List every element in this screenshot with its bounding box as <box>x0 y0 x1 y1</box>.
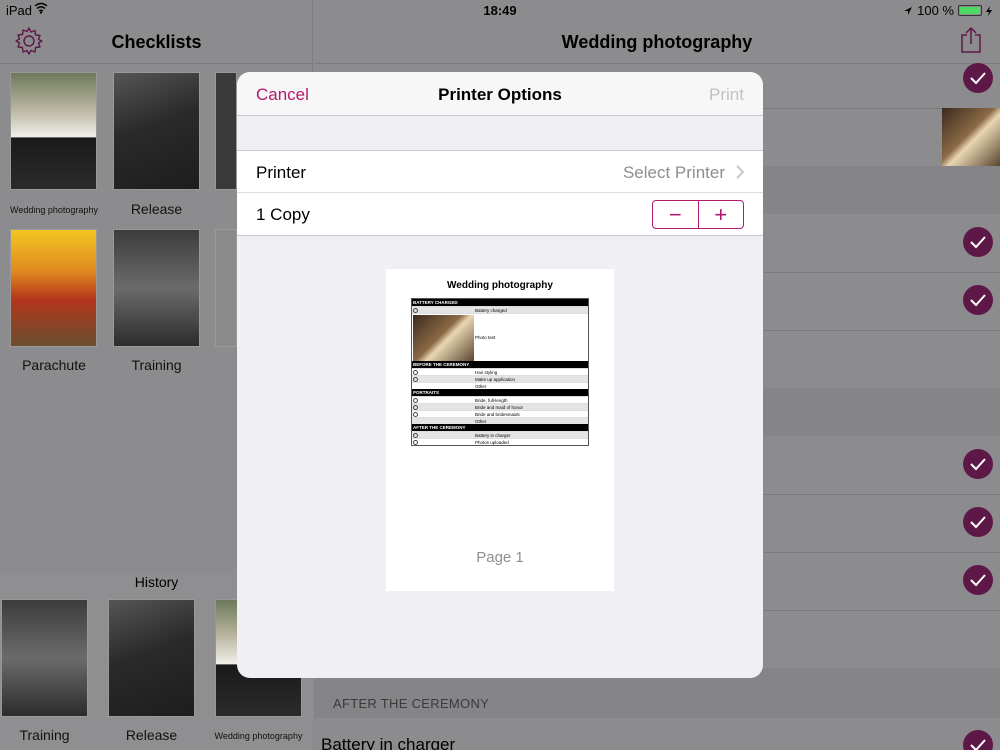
preview-table: BATTERY CHARGED Battery charged Photo te… <box>411 298 589 446</box>
plus-button[interactable]: + <box>699 201 744 228</box>
preview-row: Bride and bridesmaids <box>412 410 588 417</box>
copies-label: 1 Copy <box>256 205 310 224</box>
status-bar: iPad 18:49 100 % <box>0 0 1000 20</box>
preview-row: Photos uploaded <box>412 438 588 445</box>
copies-stepper[interactable]: − + <box>652 200 744 229</box>
location-icon <box>904 6 913 15</box>
section-label-after-ceremony: AFTER THE CEREMONY <box>333 696 490 711</box>
preview-row: Other <box>412 417 588 424</box>
history-thumb-release[interactable] <box>108 599 195 717</box>
preview-row: Battery charged <box>412 306 588 313</box>
page-preview[interactable]: Wedding photography BATTERY CHARGED Batt… <box>386 269 614 591</box>
sheet-header: Cancel Printer Options Print <box>237 72 763 116</box>
preview-section: BATTERY CHARGED <box>412 299 588 306</box>
minus-button[interactable]: − <box>653 201 698 228</box>
preview-photo-row: Photo test <box>412 313 588 361</box>
share-icon[interactable] <box>958 26 984 54</box>
check-icon[interactable] <box>963 449 993 479</box>
check-icon[interactable] <box>963 285 993 315</box>
checklist-thumb-release[interactable] <box>113 72 200 190</box>
print-button[interactable]: Print <box>709 85 744 105</box>
preview-row: Battery in charger <box>412 431 588 438</box>
preview-row: Other <box>412 382 588 389</box>
checklist-thumb-wedding[interactable] <box>10 72 97 190</box>
preview-row: Make up application <box>412 375 588 382</box>
check-icon[interactable] <box>963 63 993 93</box>
checklist-thumb-parachute[interactable] <box>10 229 97 347</box>
history-label-training: Training <box>19 727 70 743</box>
row-label-battery-in-charger: Battery in charger <box>321 735 456 750</box>
preview-section: AFTER THE CEREMONY <box>412 424 588 431</box>
checklist-label-wedding: Wedding photography <box>10 205 98 215</box>
charging-icon <box>986 5 992 16</box>
status-right: 100 % <box>903 3 992 18</box>
checklists-title: Checklists <box>111 32 202 52</box>
clock: 18:49 <box>483 3 517 18</box>
preview-section: BEFORE THE CEREMONY <box>412 361 588 368</box>
preview-row: Bride, full-length <box>412 396 588 403</box>
preview-row: Bride and maid of honor <box>412 403 588 410</box>
history-label-wedding: Wedding photography <box>214 731 303 741</box>
printer-label: Printer <box>256 163 307 182</box>
check-icon[interactable] <box>963 507 993 537</box>
printer-row[interactable]: Printer Select Printer <box>237 150 763 193</box>
history-label-release: Release <box>125 727 178 743</box>
preview-section: PORTRAITS <box>412 389 588 396</box>
checklist-thumb-partial2[interactable] <box>215 229 237 347</box>
checklist-label-parachute: Parachute <box>22 357 86 373</box>
copies-row: 1 Copy − + <box>237 193 763 236</box>
check-icon[interactable] <box>963 565 993 595</box>
history-thumb-training[interactable] <box>1 599 88 717</box>
checklist-thumb-partial[interactable] <box>215 72 237 190</box>
preview-row: Hair styling <box>412 368 588 375</box>
checklist-thumb-training[interactable] <box>113 229 200 347</box>
chevron-right-icon <box>736 165 744 179</box>
checklist-label-training: Training <box>131 357 182 373</box>
battery-percent: 100 % <box>917 3 954 18</box>
printer-options-sheet: Cancel Printer Options Print Printer Sel… <box>237 72 763 678</box>
preview-title: Wedding photography <box>447 280 553 291</box>
page-number-label: Page 1 <box>476 549 524 566</box>
photo-thumb[interactable] <box>942 108 1000 166</box>
printer-value: Select Printer <box>622 163 725 182</box>
checklist-label-release: Release <box>130 201 183 217</box>
check-icon[interactable] <box>963 730 993 750</box>
checklist-detail-title: Wedding photography <box>561 32 753 52</box>
battery-icon <box>958 5 982 16</box>
sheet-title: Printer Options <box>438 85 562 104</box>
check-icon[interactable] <box>963 227 993 257</box>
